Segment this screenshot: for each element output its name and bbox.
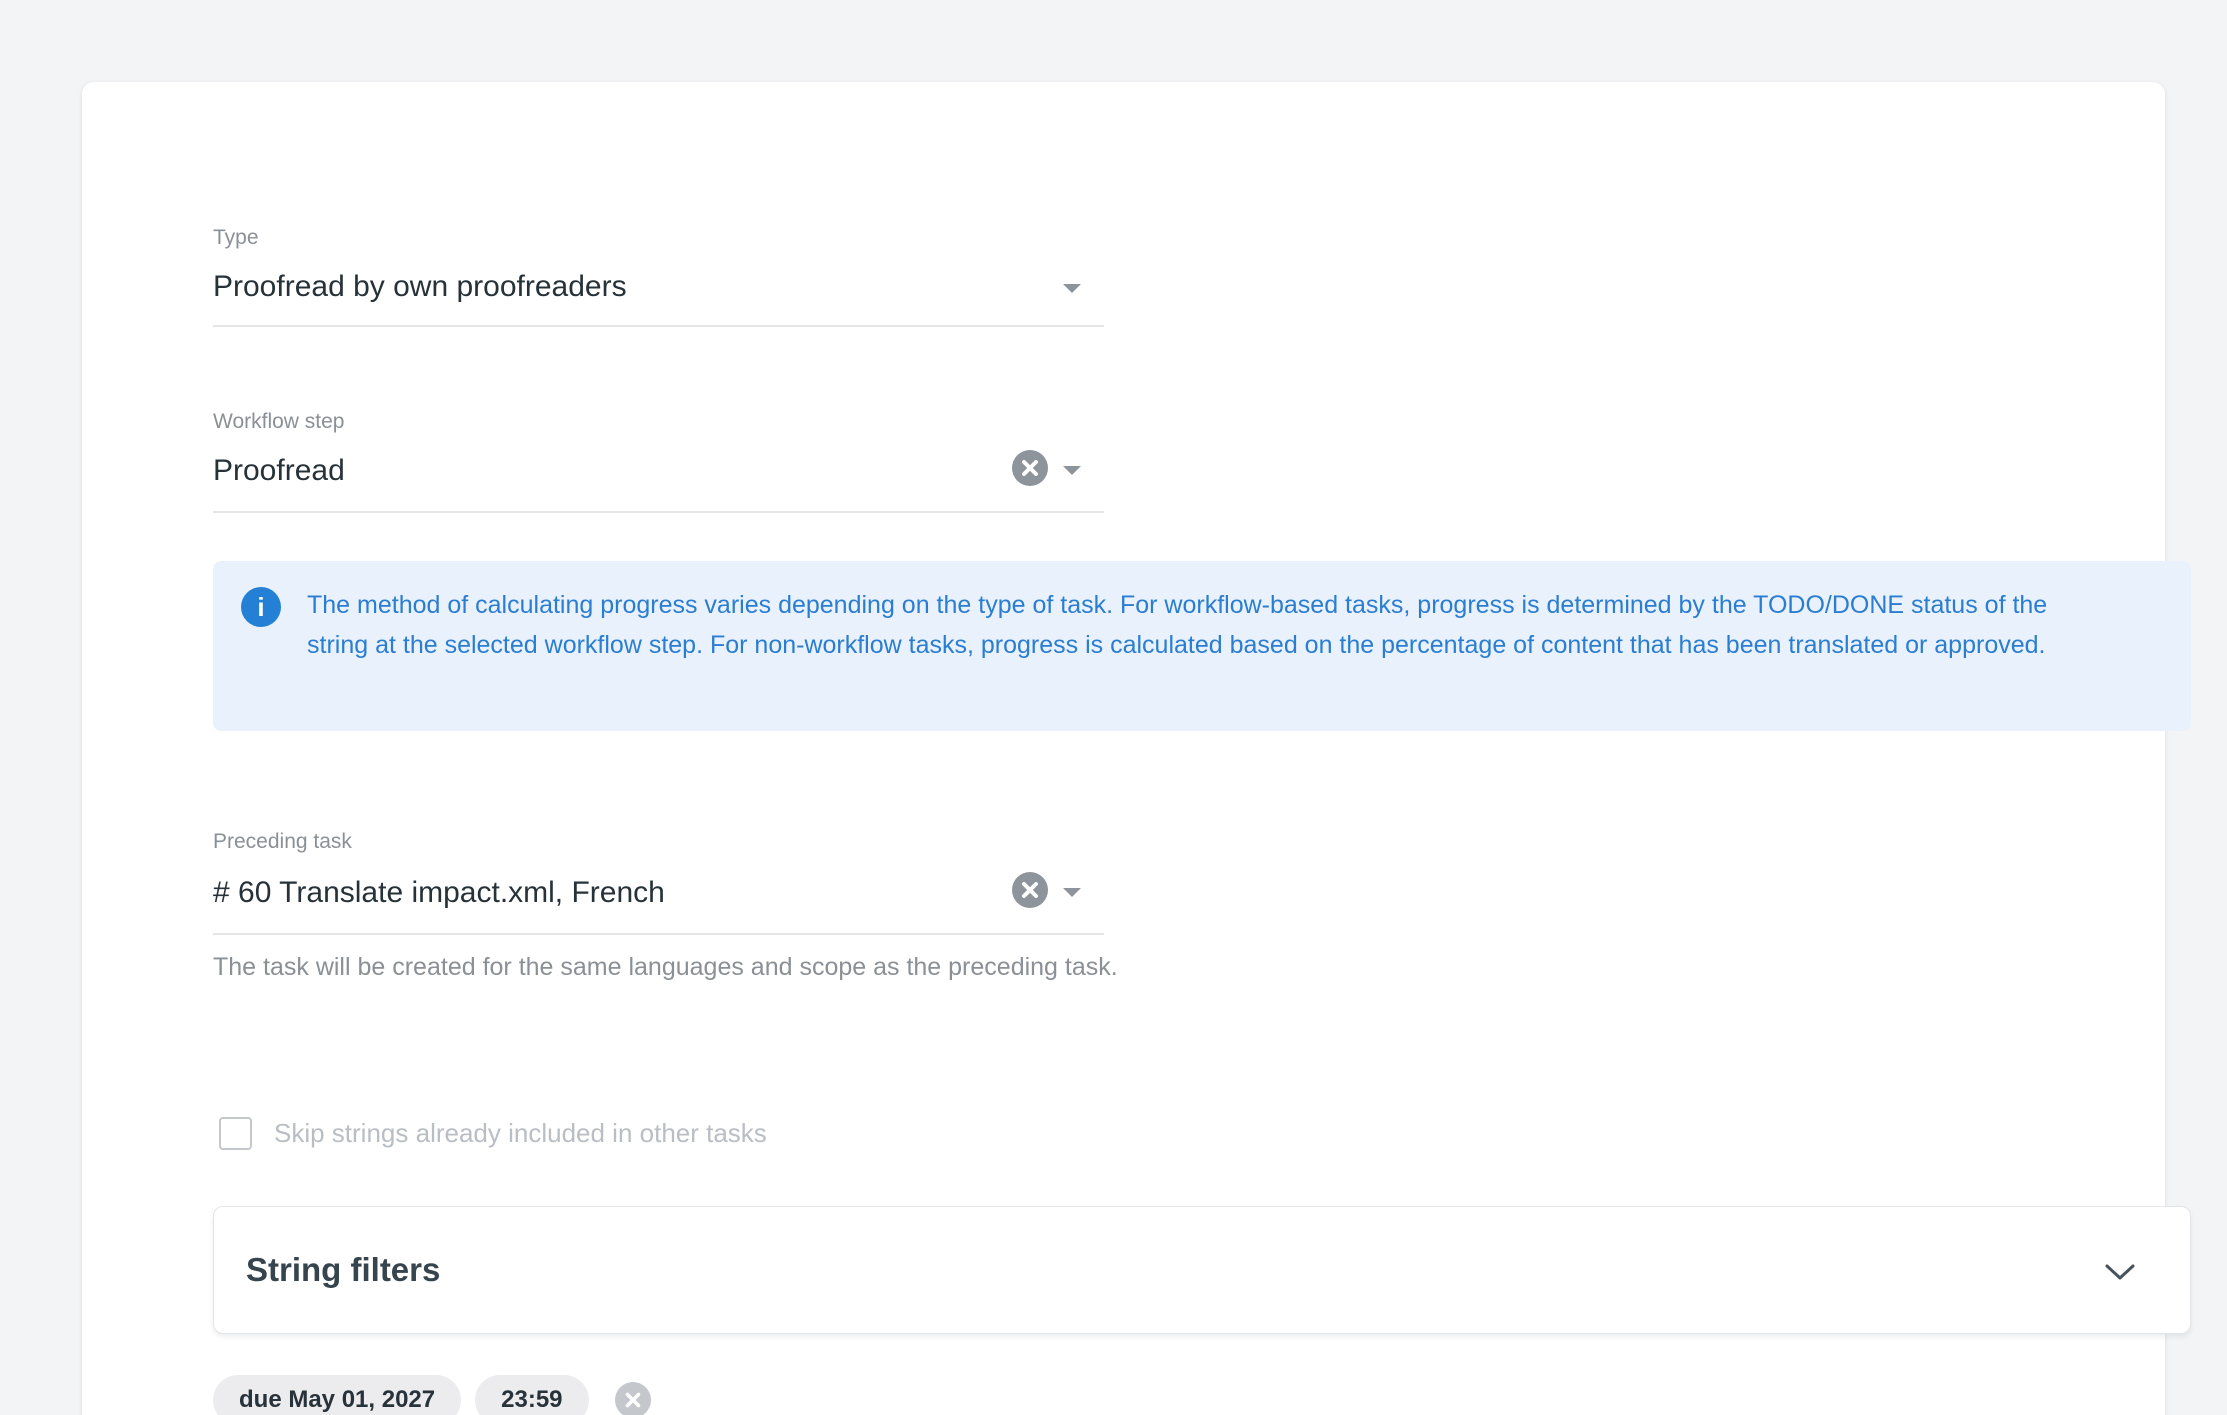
field-underline [213, 511, 1104, 513]
remove-due-date-icon[interactable] [615, 1382, 651, 1415]
preceding-task-helper-text: The task will be created for the same la… [213, 950, 1133, 985]
chevron-down-icon[interactable] [2104, 1263, 2136, 1286]
field-underline [213, 933, 1104, 935]
due-date-chip[interactable]: due May 01, 2027 [213, 1375, 461, 1415]
due-date-chips-row: due May 01, 2027 23:59 [213, 1375, 651, 1415]
x-glyph [615, 1382, 651, 1415]
type-field-label: Type [213, 224, 259, 252]
type-select[interactable]: Proofread by own proofreaders [213, 268, 627, 306]
caret-down-icon[interactable] [1063, 888, 1081, 897]
string-filters-panel[interactable]: String filters [213, 1206, 2191, 1334]
preceding-task-field-label: Preceding task [213, 828, 352, 856]
skip-strings-checkbox[interactable] [219, 1117, 252, 1150]
info-icon-glyph: i [257, 592, 264, 623]
progress-info-text: The method of calculating progress varie… [307, 585, 2067, 665]
due-date-chip-label: due May 01, 2027 [239, 1386, 435, 1414]
field-underline [213, 325, 1104, 327]
preceding-task-select[interactable]: # 60 Translate impact.xml, French [213, 874, 665, 912]
x-glyph [1012, 872, 1048, 908]
due-time-chip-label: 23:59 [501, 1386, 562, 1414]
clear-icon[interactable] [1012, 450, 1048, 486]
caret-down-icon[interactable] [1063, 466, 1081, 475]
info-icon: i [241, 587, 281, 627]
string-filters-title: String filters [246, 1251, 440, 1289]
due-time-chip[interactable]: 23:59 [475, 1375, 588, 1415]
skip-strings-checkbox-label: Skip strings already included in other t… [274, 1117, 767, 1150]
task-form-card: Type Proofread by own proofreaders Workf… [82, 82, 2165, 1415]
x-glyph [1012, 450, 1048, 486]
workflow-step-field-label: Workflow step [213, 408, 345, 436]
clear-icon[interactable] [1012, 872, 1048, 908]
progress-info-banner: i The method of calculating progress var… [213, 561, 2191, 731]
task-form-screen: Type Proofread by own proofreaders Workf… [0, 0, 2227, 1415]
caret-down-icon[interactable] [1063, 284, 1081, 293]
workflow-step-select[interactable]: Proofread [213, 452, 345, 490]
